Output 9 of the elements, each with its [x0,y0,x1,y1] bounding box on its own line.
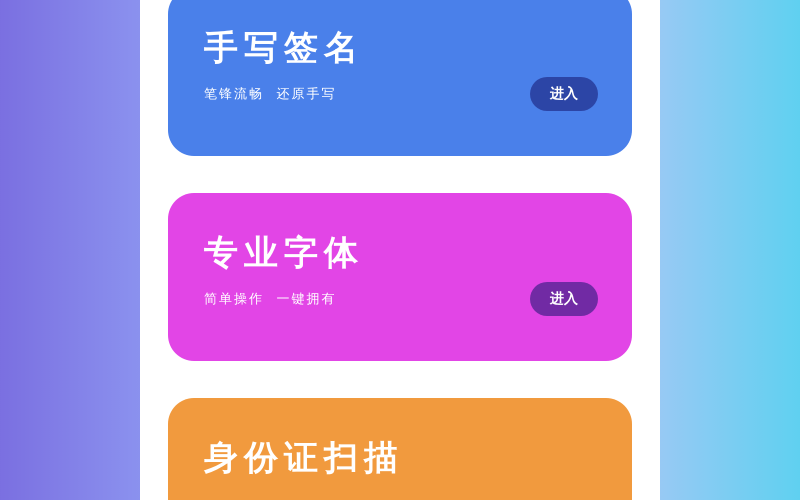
card-title: 手写签名 [204,30,364,68]
card-title: 身份证扫描 [204,440,404,478]
card-subtitle: 笔锋流畅 还原手写 [204,86,336,104]
card-subtitle: 简单操作 一键拥有 [204,291,336,308]
feature-card[interactable]: 专业字体 简单操作 一键拥有 进入 [168,193,632,361]
enter-button[interactable]: 进入 [530,282,598,316]
feature-card[interactable]: 手写签名 笔锋流畅 还原手写 进入 [168,0,632,156]
enter-button[interactable]: 进入 [530,77,598,112]
card-title: 专业字体 [204,235,364,272]
